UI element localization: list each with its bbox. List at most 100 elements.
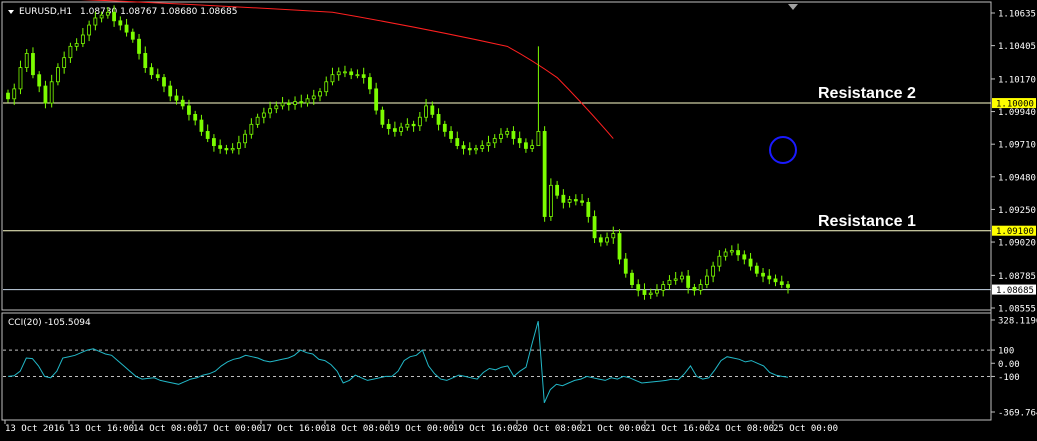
- candle-body: [424, 105, 428, 118]
- candle-body: [324, 81, 329, 93]
- resistance-2-label: Resistance 2: [818, 85, 916, 102]
- candle-body: [18, 67, 23, 90]
- candle-body: [249, 123, 254, 135]
- price-tick-label: 1.08555: [998, 305, 1036, 315]
- candle-body: [212, 138, 216, 147]
- candle-body: [99, 14, 104, 19]
- candle-body: [49, 81, 54, 104]
- cci-tick-label: 0.00: [998, 360, 1020, 370]
- candle-body: [761, 272, 765, 277]
- candle-body: [349, 71, 354, 76]
- time-tick-label: 25 Oct 00:00: [773, 424, 838, 434]
- candle-body: [648, 292, 653, 295]
- cci-tick-label: 328.1196: [998, 317, 1037, 327]
- candle-body: [193, 114, 198, 121]
- candle-body: [492, 138, 497, 144]
- candle-body: [255, 116, 260, 125]
- time-tick-label: 24 Oct 08:00: [709, 424, 774, 434]
- candle-body: [149, 67, 154, 76]
- candle-body: [680, 275, 684, 280]
- time-tick-label: 17 Oct 16:00: [261, 424, 326, 434]
- candle-body: [536, 131, 541, 147]
- price-tick-label: 1.09940: [998, 108, 1036, 118]
- candle-body: [711, 265, 716, 277]
- candle-body: [112, 11, 116, 22]
- price-tick-label: 1.09020: [998, 239, 1036, 249]
- candle-body: [361, 74, 366, 78]
- candle-body: [736, 250, 740, 256]
- candle-body: [723, 251, 728, 257]
- candle-body: [542, 131, 547, 217]
- cci-tick-label: 100: [998, 347, 1014, 357]
- candle-body: [137, 38, 141, 54]
- candle-body: [168, 85, 173, 97]
- candle-body: [280, 102, 285, 107]
- candle-body: [561, 194, 566, 203]
- candle-body: [118, 20, 123, 26]
- candle-body: [605, 237, 609, 243]
- candle-body: [174, 95, 179, 101]
- candle-body: [286, 102, 291, 105]
- indicator-label: CCI(20) -105.5094: [8, 318, 91, 328]
- symbol-label: EURUSD,H1: [19, 7, 72, 17]
- candle-body: [442, 123, 447, 132]
- time-tick-label: 14 Oct 08:00: [133, 424, 198, 434]
- candle-body: [586, 201, 591, 217]
- candle-body: [305, 98, 310, 104]
- indicator-panel-frame: [1, 312, 992, 421]
- candle-body: [268, 108, 272, 114]
- candle-body: [474, 148, 478, 151]
- candle-body: [93, 17, 98, 26]
- candle-body: [748, 258, 753, 267]
- candle-body: [786, 284, 790, 288]
- time-tick-label: 13 Oct 16:00: [69, 424, 134, 434]
- candle-body: [729, 250, 734, 253]
- price-tick-label: 1.09480: [998, 173, 1036, 183]
- price-tick-label: 1.09250: [998, 206, 1036, 216]
- candle-body: [80, 34, 85, 44]
- candle-body: [43, 85, 48, 104]
- candle-body: [399, 126, 404, 132]
- time-tick-label: 20 Oct 08:00: [517, 424, 582, 434]
- candle-body: [717, 255, 722, 267]
- candle-body: [517, 138, 522, 144]
- cci-tick-label: -100: [998, 373, 1020, 383]
- candle-body: [555, 184, 560, 196]
- candle-body: [611, 233, 616, 239]
- candle-body: [230, 148, 235, 151]
- candle-body: [130, 31, 135, 40]
- candle-body: [773, 278, 778, 283]
- candle-body: [236, 142, 241, 149]
- candle-body: [62, 57, 67, 69]
- candle-body: [386, 123, 391, 129]
- candle-body: [642, 289, 647, 295]
- candle-body: [742, 254, 747, 260]
- candle-body: [779, 281, 784, 285]
- candle-body: [299, 101, 304, 104]
- candle-body: [336, 71, 341, 76]
- candle-body: [12, 88, 17, 100]
- chart-window: EURUSD,H1 1.08730 1.08767 1.08680 1.0868…: [0, 0, 1037, 441]
- candle-body: [368, 77, 372, 90]
- candle-body: [187, 105, 191, 115]
- candle-body: [655, 289, 659, 294]
- candle-body: [205, 131, 210, 139]
- candle-body: [124, 24, 129, 33]
- candle-body: [480, 145, 485, 149]
- candle-body: [455, 138, 460, 147]
- candle-body: [598, 237, 603, 243]
- price-tag-label: 1.09100: [996, 227, 1034, 237]
- candle-body: [548, 184, 553, 217]
- candle-body: [698, 284, 703, 291]
- candle-body: [767, 275, 772, 280]
- candle-body: [417, 116, 422, 127]
- candle-body: [636, 284, 641, 291]
- candle-body: [218, 145, 223, 149]
- time-tick-label: 21 Oct 16:00: [645, 424, 710, 434]
- candle-body: [524, 142, 528, 149]
- candle-body: [661, 284, 666, 291]
- price-tick-label: 1.09710: [998, 141, 1036, 151]
- time-tick-label: 13 Oct 2016: [5, 424, 65, 434]
- ohlc-label: 1.08730 1.08767 1.08680 1.08685: [80, 7, 237, 17]
- candle-body: [56, 67, 60, 83]
